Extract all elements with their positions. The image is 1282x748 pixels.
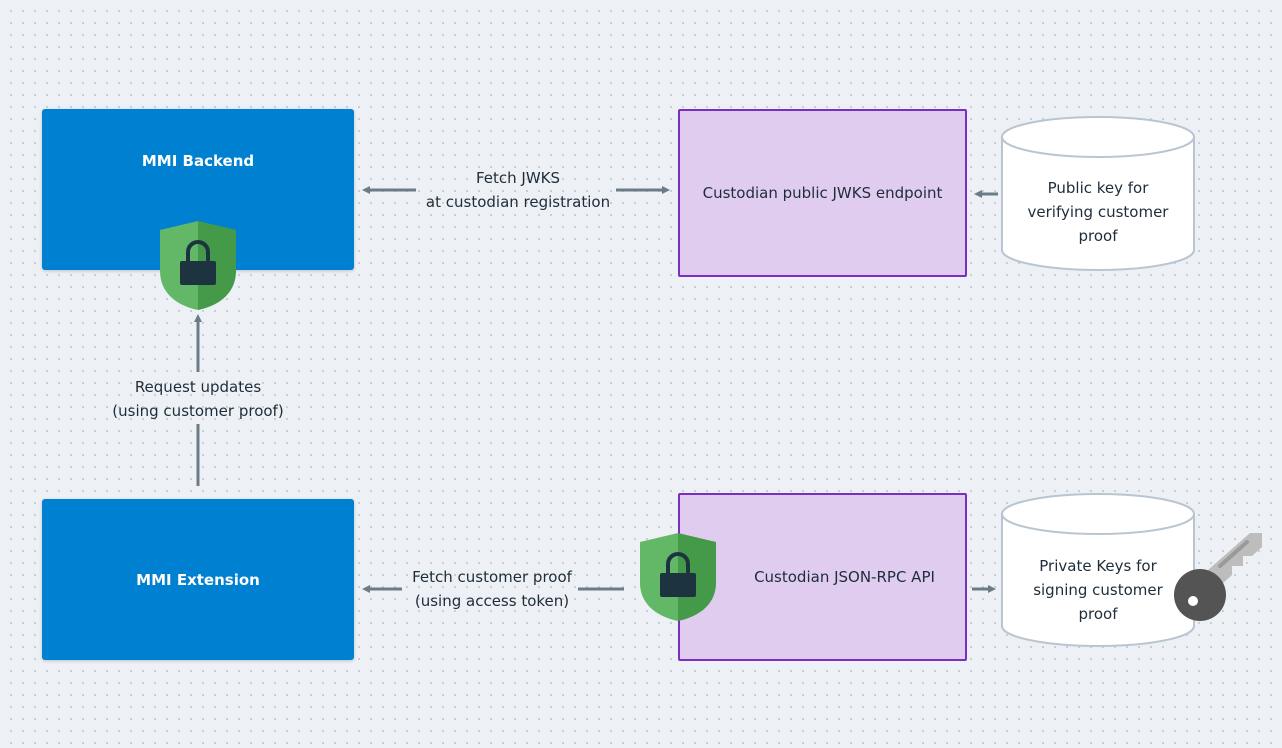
text-line: (using customer proof) <box>112 402 284 420</box>
public-key-store-label: Public key for verifying customer proof <box>1002 176 1194 248</box>
mmi-extension-node[interactable]: MMI Extension <box>42 499 354 660</box>
text-line: proof <box>1078 605 1118 623</box>
text-line: Fetch customer proof <box>412 568 572 586</box>
fetch-proof-label: Fetch customer proof (using access token… <box>382 565 602 613</box>
mmi-backend-label: MMI Backend <box>141 151 255 170</box>
text-line: proof <box>1078 227 1118 245</box>
mmi-backend-node[interactable]: MMI Backend <box>42 109 354 270</box>
private-key-store-label: Private Keys for signing customer proof <box>1002 554 1194 626</box>
text-line: signing customer <box>1033 581 1163 599</box>
text-line: Public key for <box>1047 179 1149 197</box>
text-line: verifying customer <box>1027 203 1169 221</box>
text-line: Request updates <box>134 378 262 396</box>
text-line: (using access token) <box>414 592 570 610</box>
request-updates-label: Request updates (using customer proof) <box>88 375 308 423</box>
jwks-endpoint-node[interactable]: Custodian public JWKS endpoint <box>678 109 967 277</box>
mmi-extension-label: MMI Extension <box>136 570 260 589</box>
text-line: Private Keys for <box>1039 557 1157 575</box>
jwks-endpoint-label: Custodian public JWKS endpoint <box>702 184 943 202</box>
jsonrpc-api-label: Custodian JSON-RPC API <box>754 568 935 586</box>
jsonrpc-api-node[interactable]: Custodian JSON-RPC API <box>678 493 967 661</box>
fetch-jwks-label: Fetch JWKS at custodian registration <box>408 166 628 214</box>
text-line: at custodian registration <box>425 193 611 211</box>
text-line: Fetch JWKS <box>475 169 561 187</box>
